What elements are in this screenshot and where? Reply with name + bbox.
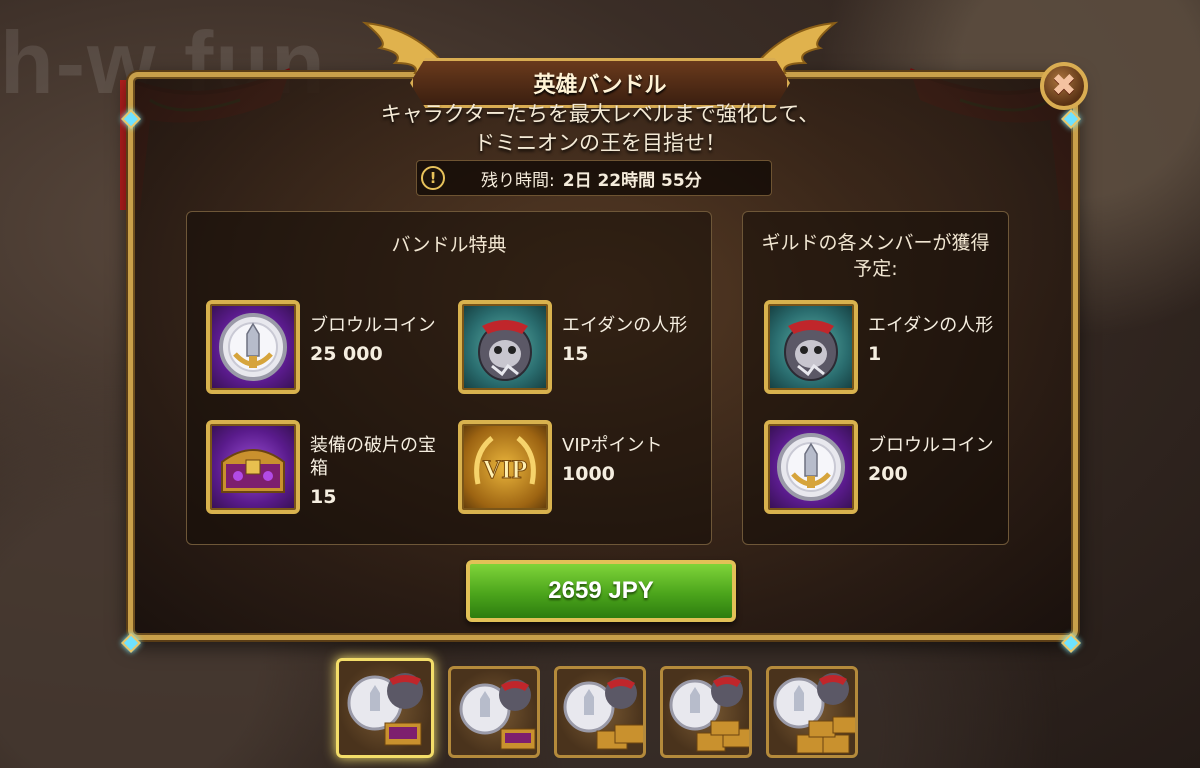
reward-quantity: 25 000	[310, 343, 383, 365]
reward-quantity: 1	[868, 343, 882, 365]
bundle-tier-tab[interactable]	[336, 658, 434, 758]
reward-item[interactable]: 装備の破片の宝箱 15	[206, 420, 450, 514]
reward-name: ブロウルコイン	[310, 315, 436, 336]
guild-reward-item[interactable]: ブロウルコイン 200	[764, 420, 1008, 514]
close-button[interactable]: ✖	[1040, 62, 1088, 110]
reward-name: エイダンの人形	[562, 315, 688, 336]
reward-quantity: 15	[310, 486, 337, 508]
reward-name: ブロウルコイン	[868, 435, 994, 456]
reward-name: VIPポイント	[562, 435, 663, 456]
price-label: 2659 JPY	[548, 577, 654, 604]
bundle-tier-tab[interactable]	[554, 666, 646, 758]
reward-quantity: 1000	[562, 463, 615, 485]
dialog-subtitle: キャラクターたちを最大レベルまで強化して、 ドミニオンの王を目指せ！	[250, 100, 950, 158]
svg-text:VIP: VIP	[483, 455, 528, 484]
reward-name: 装備の破片の宝箱	[310, 435, 436, 479]
aidan-doll-icon	[458, 300, 552, 394]
timer-label: 残り時間:	[481, 170, 555, 191]
guild-rewards-title: ギルドの各メンバーが獲得予定:	[761, 232, 990, 280]
bundle-preview-icon	[459, 679, 536, 750]
bundle-preview-icon	[773, 673, 855, 754]
brawl-coin-icon	[764, 420, 858, 514]
bundle-rewards-title: バンドル特典	[391, 234, 507, 256]
reward-quantity: 15	[562, 343, 589, 365]
reward-item[interactable]: VIP VIPポイント 1000	[458, 420, 702, 514]
bundle-tier-tab[interactable]	[448, 666, 540, 758]
time-remaining-bar: ! 残り時間: 2日 22時間 55分	[416, 160, 772, 196]
bundle-preview-icon	[563, 677, 643, 750]
buy-button[interactable]: 2659 JPY	[466, 560, 736, 622]
reward-item[interactable]: エイダンの人形 15	[458, 300, 702, 394]
timer-value: 2日 22時間 55分	[562, 170, 702, 191]
reward-item[interactable]: ブロウルコイン 25 000	[206, 300, 450, 394]
bundle-preview-icon	[347, 673, 423, 746]
reward-name: エイダンの人形	[868, 315, 994, 336]
bundle-tier-tab[interactable]	[766, 666, 858, 758]
warning-icon: !	[421, 166, 445, 190]
guild-reward-item[interactable]: エイダンの人形 1	[764, 300, 1008, 394]
dialog-title: 英雄バンドル	[533, 73, 667, 98]
gear-shard-chest-icon	[206, 420, 300, 514]
title-banner-group: 英雄バンドル	[360, 18, 840, 108]
bundle-preview-icon	[669, 675, 749, 752]
subtitle-line-1: キャラクターたちを最大レベルまで強化して、	[380, 102, 820, 126]
vip-points-icon: VIP	[458, 420, 552, 514]
aidan-doll-icon	[764, 300, 858, 394]
close-icon: ✖	[1051, 68, 1077, 103]
subtitle-line-2: ドミニオンの王を目指せ！	[474, 131, 726, 155]
bundle-tier-tabs	[336, 658, 876, 758]
bundle-tier-tab[interactable]	[660, 666, 752, 758]
brawl-coin-icon	[206, 300, 300, 394]
reward-quantity: 200	[868, 463, 908, 485]
